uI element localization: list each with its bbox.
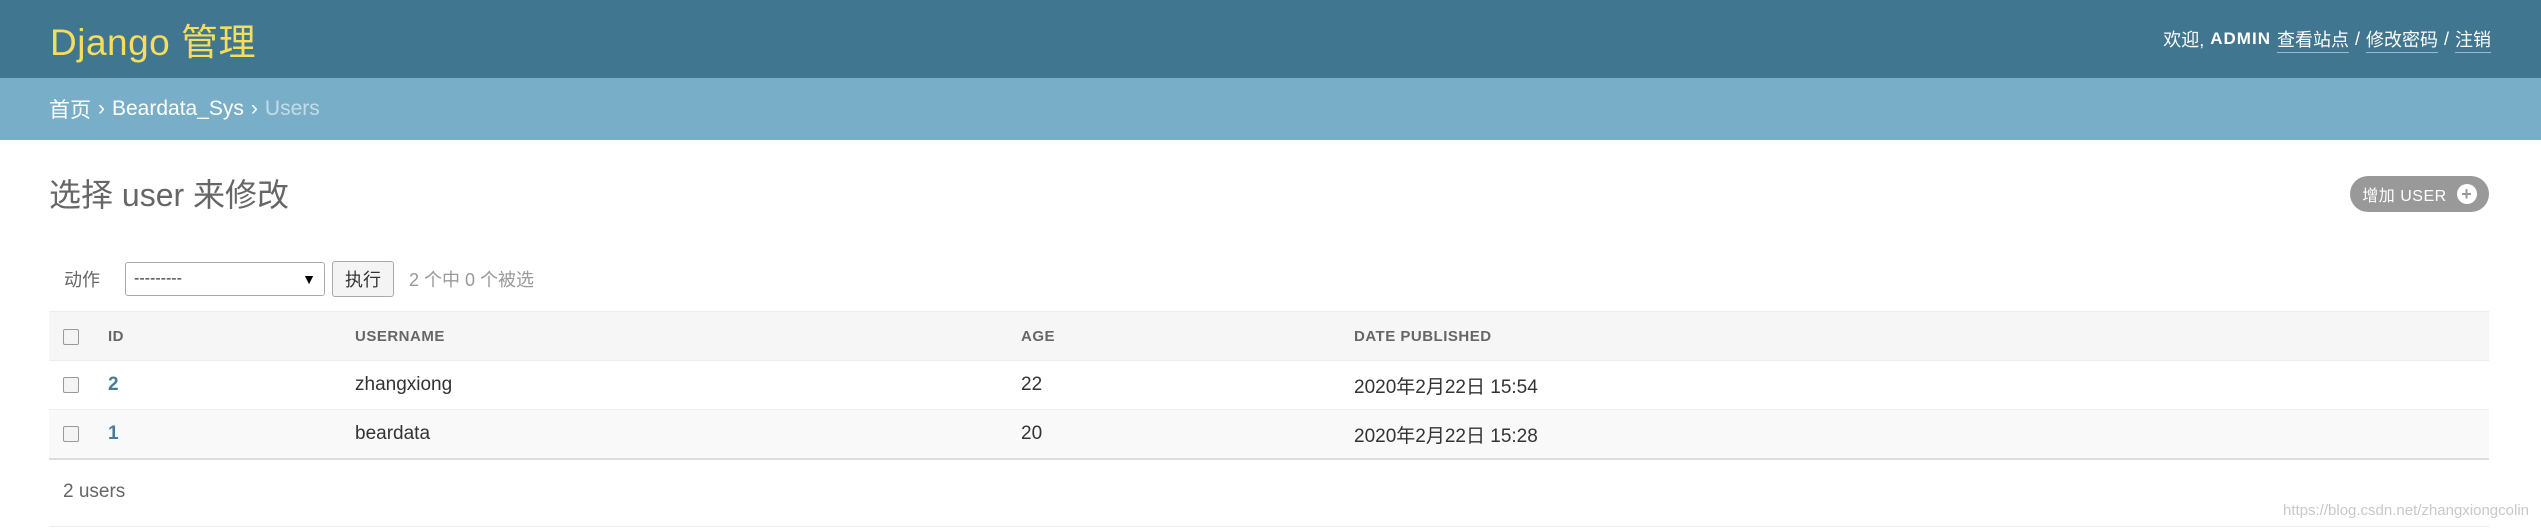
go-button[interactable]: 执行 — [332, 261, 394, 297]
welcome-text: 欢迎, — [2163, 30, 2205, 50]
chevron-down-icon: ▼ — [302, 271, 316, 287]
row-checkbox[interactable] — [63, 425, 79, 442]
user-id-link[interactable]: 1 — [108, 423, 119, 444]
column-header-date-published[interactable]: DATE PUBLISHED — [1354, 311, 2489, 361]
row-select-cell — [49, 360, 108, 410]
site-name[interactable]: Django 管理 — [50, 12, 256, 66]
result-table: ID USERNAME AGE DATE PUBLISHED 2 zhangxi… — [49, 311, 2489, 460]
result-count: 2 users — [63, 481, 126, 502]
breadcrumb-current: Users — [264, 97, 320, 120]
watermark: https://blog.csdn.net/zhangxiongcolin — [2283, 502, 2529, 519]
breadcrumb-separator: › — [250, 97, 258, 120]
row-checkbox[interactable] — [63, 376, 79, 393]
date-published-cell: 2020年2月22日 15:54 — [1354, 360, 2489, 410]
table-header-row: ID USERNAME AGE DATE PUBLISHED — [49, 311, 2489, 361]
username: ADMIN — [2210, 29, 2271, 48]
id-cell: 1 — [108, 409, 355, 460]
row-select-cell — [49, 409, 108, 460]
username-cell: beardata — [355, 409, 1021, 460]
action-select-value: --------- — [134, 270, 182, 287]
breadcrumb: 首页 › Beardata_Sys › Users — [0, 78, 2541, 140]
separator: / — [2443, 28, 2449, 49]
add-user-button[interactable]: 增加 USER + — [2350, 176, 2489, 212]
column-header-username[interactable]: USERNAME — [355, 311, 1021, 361]
select-all-cell — [49, 311, 108, 361]
change-password-link[interactable]: 修改密码 — [2365, 26, 2438, 53]
id-cell: 2 — [108, 360, 355, 410]
username-cell: zhangxiong — [355, 360, 1021, 410]
table-row: 2 zhangxiong 22 2020年2月22日 15:54 — [49, 360, 2489, 410]
page-title: 选择 user 来修改 — [49, 177, 290, 213]
actions-bar: 动作 --------- ▼ 执行 2 个中 0 个被选 — [49, 260, 534, 298]
user-tools: 欢迎, ADMIN 查看站点 / 修改密码 / 注销 — [2163, 26, 2491, 53]
column-header-age[interactable]: AGE — [1021, 311, 1354, 361]
header-bar: Django 管理 欢迎, ADMIN 查看站点 / 修改密码 / 注销 — [0, 0, 2541, 78]
action-label: 动作 — [64, 270, 100, 290]
age-cell: 20 — [1021, 409, 1354, 460]
select-all-checkbox[interactable] — [63, 328, 79, 345]
column-header-id[interactable]: ID — [108, 311, 355, 361]
table-row: 1 beardata 20 2020年2月22日 15:28 — [49, 409, 2489, 460]
action-select[interactable]: --------- ▼ — [125, 262, 325, 296]
date-published-cell: 2020年2月22日 15:28 — [1354, 409, 2489, 460]
logout-link[interactable]: 注销 — [2455, 26, 2491, 53]
user-id-link[interactable]: 2 — [108, 374, 119, 395]
action-counter: 2 个中 0 个被选 — [409, 270, 535, 290]
age-cell: 22 — [1021, 360, 1354, 410]
paginator: 2 users — [49, 470, 2489, 527]
add-user-label: 增加 USER — [2362, 188, 2447, 205]
breadcrumb-app[interactable]: Beardata_Sys — [112, 97, 244, 121]
breadcrumb-separator: › — [98, 97, 105, 120]
breadcrumb-home[interactable]: 首页 — [49, 94, 91, 124]
view-site-link[interactable]: 查看站点 — [2276, 26, 2349, 53]
separator: / — [2354, 28, 2360, 49]
plus-icon: + — [2456, 184, 2477, 204]
